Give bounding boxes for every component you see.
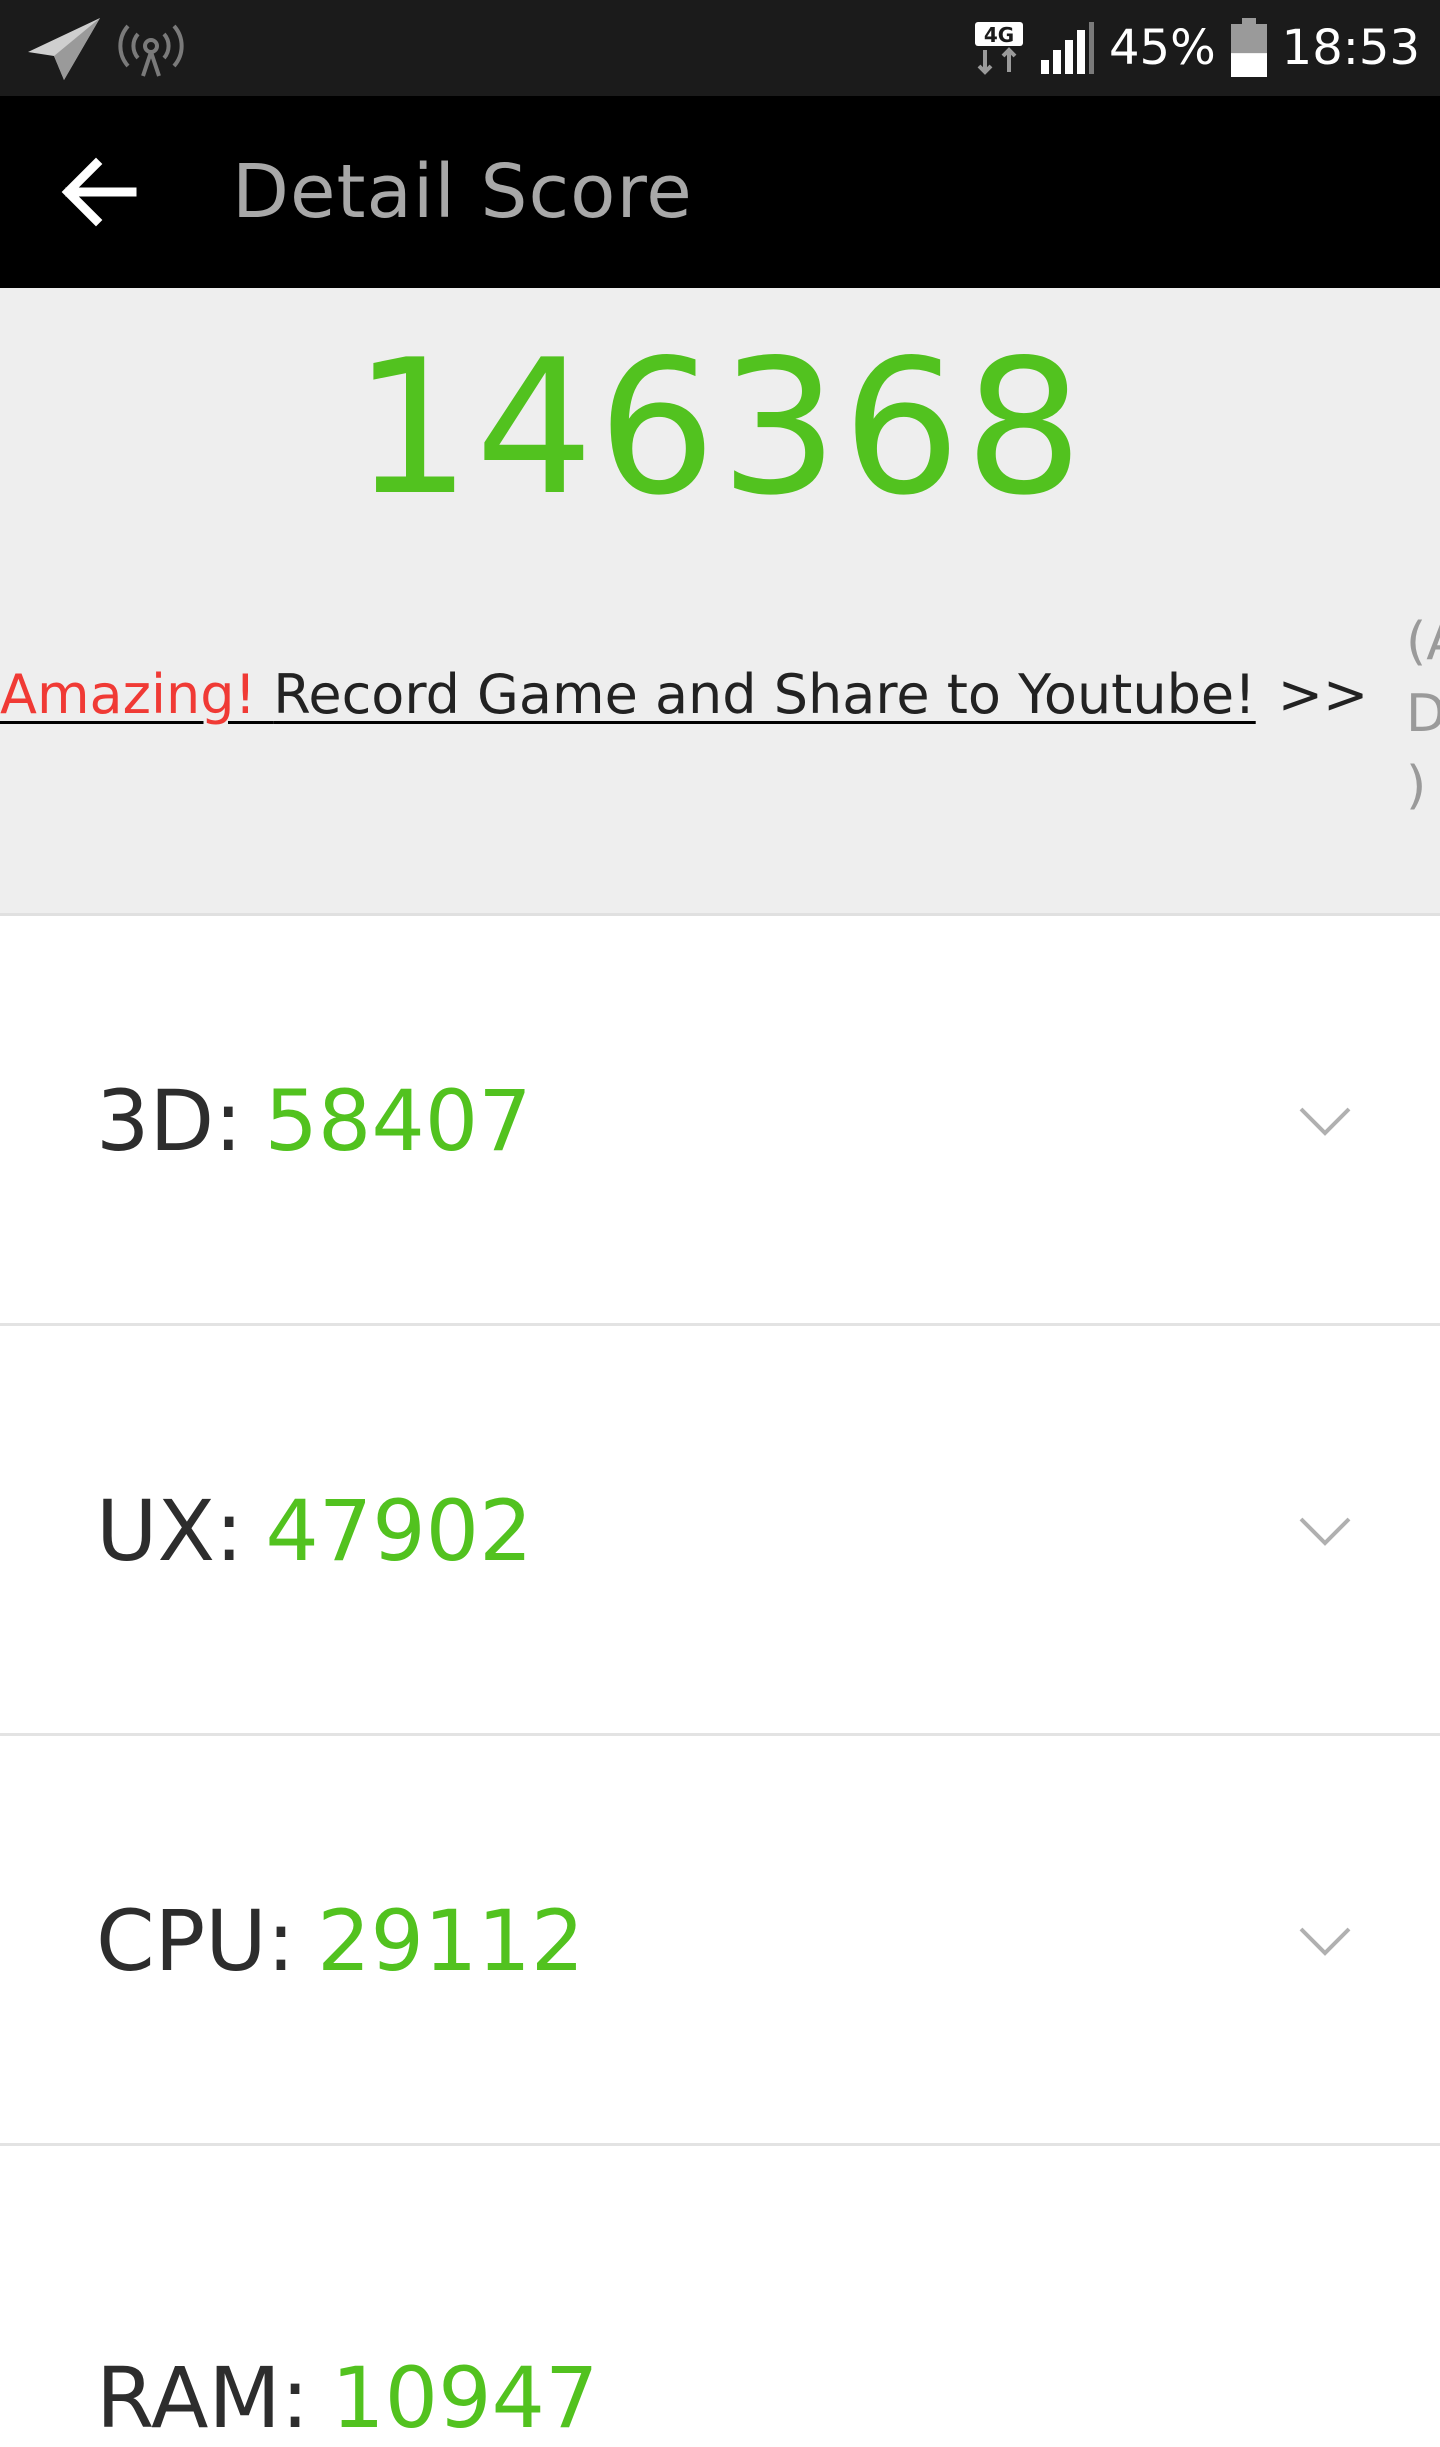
clock: 18:53 [1281,20,1420,76]
promo-text: Record Game and Share to Youtube! [273,663,1256,726]
status-indicators: 4G 45% 18:53 [973,0,1420,96]
ad-marker-line-3: ) [1406,756,1427,816]
category-name: RAM: [96,2349,310,2447]
chevron-down-icon[interactable] [1298,1104,1352,1138]
hotspot-icon [118,24,184,77]
category-label: CPU: 29112 [96,1736,584,2146]
network-label: 4G [984,23,1014,47]
navigation-arrow-icon [28,18,100,80]
category-name: 3D: [96,1072,243,1170]
chevron-down-icon[interactable] [1298,1924,1352,1958]
category-row-cpu[interactable]: CPU: 29112 [0,1736,1440,2146]
ad-marker: (A D ) [1406,606,1440,822]
category-score: 29112 [317,1892,585,1990]
category-name: CPU: [96,1892,296,1990]
category-label: RAM: 10947 [96,2356,598,2440]
category-row-3d[interactable]: 3D: 58407 [0,916,1440,1326]
ad-marker-line-1: (A [1406,612,1440,672]
ad-marker-line-2: D [1406,684,1440,744]
signal-icon [1040,22,1094,74]
status-bar: 4G 45% 18:53 [0,0,1440,96]
category-name: UX: [96,1482,244,1580]
category-score: 10947 [331,2349,599,2447]
category-row-ram[interactable]: RAM: 10947 [0,2146,1440,2440]
promo-highlight: Amazing! [0,663,274,726]
category-score: 47902 [265,1482,533,1580]
category-label: UX: 47902 [96,1326,533,1736]
score-panel: 146368 Amazing! Record Game and Share to… [0,288,1440,916]
battery-percent: 45% [1108,20,1216,76]
arrow-left-icon[interactable] [60,152,140,232]
promo-link[interactable]: Amazing! Record Game and Share to Youtub… [0,663,1256,726]
battery-icon [1230,18,1267,77]
total-score: 146368 [352,319,1088,536]
promo-arrows[interactable]: >> [1278,663,1369,726]
category-score: 58407 [264,1072,532,1170]
network-4g-icon: 4G [974,22,1023,75]
app-bar: Detail Score [0,96,1440,288]
category-row-ux[interactable]: UX: 47902 [0,1326,1440,1736]
page-title: Detail Score [232,149,693,235]
chevron-down-icon[interactable] [1298,1514,1352,1548]
category-label: 3D: 58407 [96,916,532,1326]
promo-banner[interactable]: Amazing! Record Game and Share to Youtub… [0,668,1368,722]
